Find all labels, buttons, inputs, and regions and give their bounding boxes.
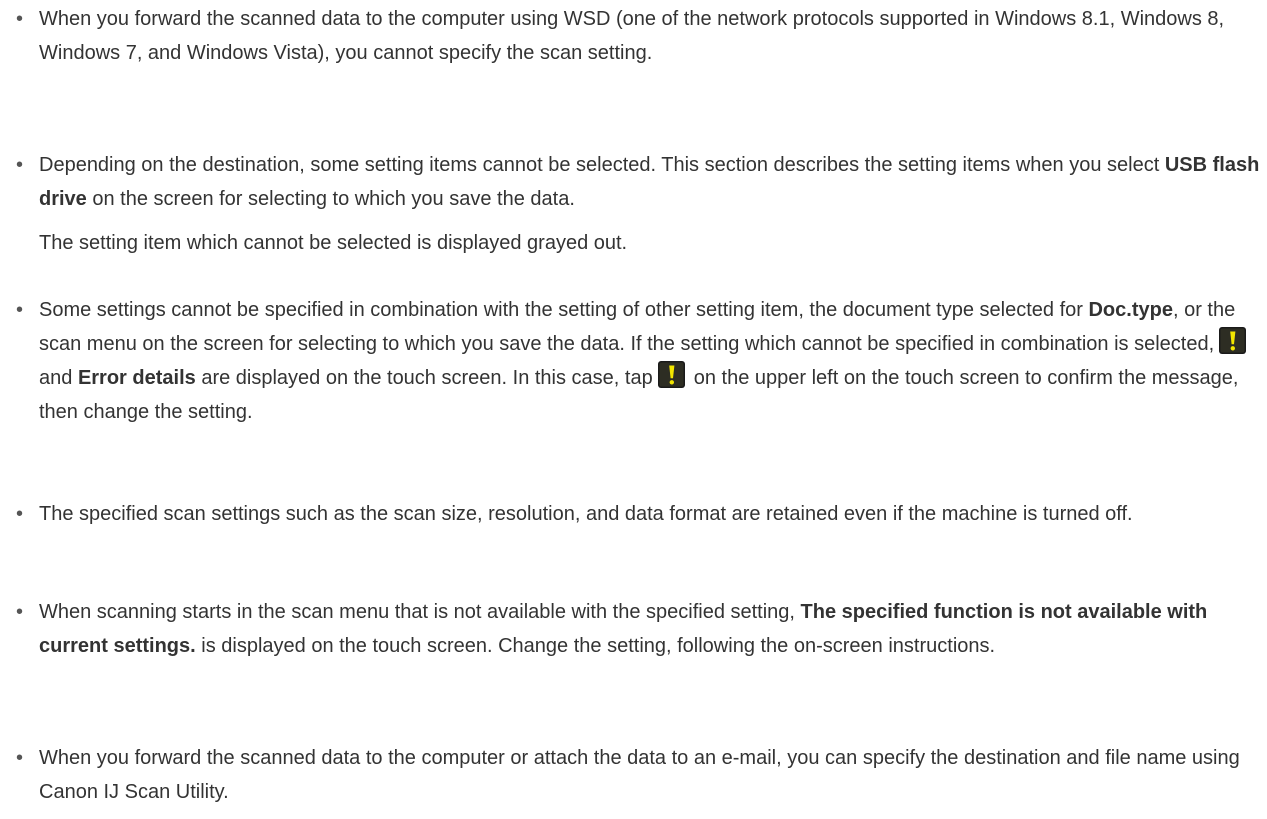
- note-text-part: on the screen for selecting to which you…: [86, 188, 575, 210]
- bullet: •: [16, 747, 24, 769]
- note-subparagraph: The setting item which cannot be selecte…: [39, 232, 628, 254]
- document-page: • When you forward the scanned data to t…: [0, 0, 1267, 819]
- note-text-part: When scanning starts in the scan menu th…: [39, 601, 801, 623]
- note-text: The specified scan settings such as the …: [39, 503, 1133, 525]
- list-item: • Depending on the destination, some set…: [0, 148, 1267, 260]
- note-text-part: and: [39, 367, 78, 389]
- note-text-part: Some settings cannot be specified in com…: [39, 299, 1089, 321]
- list-item: • When you forward the scanned data to t…: [0, 741, 1267, 809]
- warning-icon: [1219, 327, 1247, 354]
- list-item: • The specified scan settings such as th…: [0, 497, 1267, 531]
- note-text: When scanning starts in the scan menu th…: [39, 595, 1265, 663]
- list-item: • When scanning starts in the scan menu …: [0, 595, 1267, 663]
- warning-icon: [657, 361, 685, 388]
- note-text-part: Depending on the destination, some setti…: [39, 154, 1165, 176]
- note-text-part: is displayed on the touch screen. Change…: [195, 635, 996, 657]
- bullet: •: [16, 503, 24, 525]
- bullet: •: [16, 8, 24, 30]
- bullet: •: [16, 154, 24, 176]
- note-text: Some settings cannot be specified in com…: [39, 293, 1265, 429]
- bold-term: Doc.type: [1088, 299, 1173, 321]
- note-text: When you forward the scanned data to the…: [39, 747, 1240, 803]
- bullet: •: [16, 299, 24, 321]
- note-text: When you forward the scanned data to the…: [39, 8, 1225, 64]
- note-text: Depending on the destination, some setti…: [39, 148, 1265, 216]
- note-text-part: are displayed on the touch screen. In th…: [195, 367, 653, 389]
- bullet: •: [16, 601, 24, 623]
- list-item: • When you forward the scanned data to t…: [0, 2, 1267, 70]
- bold-term: Error details: [77, 367, 196, 389]
- list-item: • Some settings cannot be specified in c…: [0, 293, 1267, 429]
